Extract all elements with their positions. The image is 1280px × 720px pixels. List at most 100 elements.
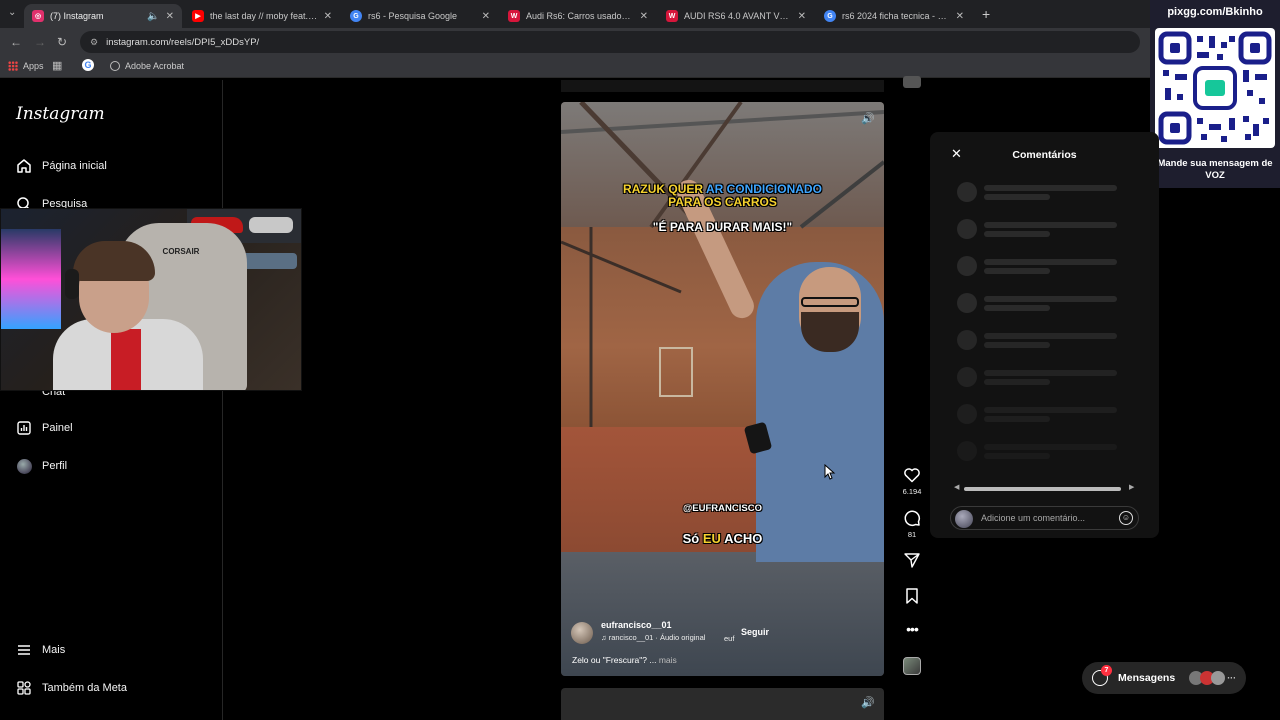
video-glasses <box>801 297 859 307</box>
reel-video[interactable]: 🔊 RAZUK QUER AR CONDICIONADO PARA OS CAR… <box>561 102 884 676</box>
sidebar-item-label: Painel <box>42 422 73 434</box>
home-icon <box>16 158 32 174</box>
instagram-logo[interactable]: Instagram <box>16 104 105 124</box>
rgb-pc-lights <box>1 229 61 329</box>
comment-input[interactable]: Adicione um comentário... ☺ <box>950 506 1139 530</box>
qr-code-image <box>1155 28 1275 148</box>
video-ladder <box>659 347 693 397</box>
comment-bubble-icon <box>904 510 920 526</box>
tab-title: Audi Rs6: Carros usados, semin <box>526 11 634 21</box>
previous-reel-audio-thumb[interactable] <box>903 76 921 88</box>
caption-line-2: PARA OS CARROS <box>668 195 777 209</box>
audio-label: rancisco__01 · Áudio original <box>608 633 706 642</box>
messages-label: Mensagens <box>1118 672 1176 684</box>
browser-tab-bar: ◎ (7) Instagram 🔈 ✕ ▶ the last day // mo… <box>0 0 1150 28</box>
dashboard-icon <box>16 420 32 436</box>
caption-yellow-text: RAZUK QUER <box>623 182 706 196</box>
horizontal-scrollbar[interactable] <box>964 487 1121 491</box>
comment-skeleton <box>957 219 1127 239</box>
comment-skeleton <box>957 330 1127 350</box>
address-bar[interactable]: ⚙ instagram.com/reels/DPI5_xDDsYP/ <box>80 31 1140 53</box>
tab-google-search-2[interactable]: G rs6 2024 ficha tecnica - Pesquis ✕ <box>816 4 972 28</box>
back-arrow-icon[interactable]: ← <box>10 35 22 49</box>
tab-audio-icon[interactable]: 🔈 <box>147 11 159 22</box>
subtitle-text: ACHO <box>720 531 763 546</box>
tab-webmotors[interactable]: W Audi Rs6: Carros usados, semin ✕ <box>500 4 656 28</box>
audio-info[interactable]: ♫ rancisco__01 · Áudio original <box>601 633 705 642</box>
comment-skeleton <box>957 441 1127 461</box>
site-info-icon[interactable]: ⚙ <box>90 37 98 48</box>
like-count: 6.194 <box>902 487 922 496</box>
comment-skeleton <box>957 367 1127 387</box>
sidebar-item-profile[interactable]: Perfil <box>16 458 67 474</box>
tab-title: the last day // moby feat. skyla <box>210 11 318 21</box>
reel-description: Zelo ou "Frescura"? ... mais <box>572 655 677 665</box>
tab-close-icon[interactable]: ✕ <box>798 11 806 22</box>
subtitle-text: Só <box>682 531 703 546</box>
tab-close-icon[interactable]: ✕ <box>166 11 174 22</box>
volume-icon[interactable]: 🔊 <box>861 696 875 709</box>
share-button[interactable] <box>903 551 921 574</box>
profile-avatar <box>16 458 32 474</box>
messages-button[interactable]: 7 Mensagens ··· <box>1082 662 1246 694</box>
tab-groups-icon[interactable]: ▦ <box>52 59 62 72</box>
sidebar-item-dashboard[interactable]: Painel <box>16 420 73 436</box>
sidebar-item-label: Mais <box>42 644 66 656</box>
tab-instagram[interactable]: ◎ (7) Instagram 🔈 ✕ <box>24 4 182 28</box>
caption-line-1: RAZUK QUER AR CONDICIONADO <box>561 182 884 196</box>
save-button[interactable] <box>903 587 921 610</box>
author-avatar[interactable] <box>571 622 593 644</box>
more-options-icon[interactable]: ••• <box>903 621 921 637</box>
person-hair <box>73 241 155 281</box>
messenger-icon: 7 <box>1092 665 1112 686</box>
new-tab-button[interactable]: + <box>982 6 990 22</box>
reload-icon[interactable]: ↻ <box>57 35 67 49</box>
tab-webmotors-2[interactable]: W AUDI RS6 4.0 AVANT V8 32V Bi ✕ <box>658 4 814 28</box>
music-note-icon: ♫ <box>601 633 609 642</box>
comment-skeleton <box>957 404 1127 424</box>
tab-close-icon[interactable]: ✕ <box>482 11 490 22</box>
tab-search-chevron-icon[interactable]: ⌄ <box>8 7 16 18</box>
bookmark-apps[interactable]: Apps <box>8 61 44 71</box>
tab-google-search[interactable]: G rs6 - Pesquisa Google ✕ <box>342 4 498 28</box>
qr-caption: Mande sua mensagem de VOZ <box>1157 158 1273 181</box>
sidebar-item-also-from-meta[interactable]: Também da Meta <box>16 680 127 696</box>
model-car-white <box>249 217 293 233</box>
audio-thumbnail[interactable] <box>903 657 921 675</box>
youtube-favicon-icon: ▶ <box>192 10 204 22</box>
message-avatar <box>1211 671 1226 685</box>
comment-button[interactable] <box>903 509 921 532</box>
emoji-icon[interactable]: ☺ <box>1119 511 1133 525</box>
qr-url-text: pixgg.com/Bkinho <box>1167 6 1263 18</box>
headphones <box>65 269 79 299</box>
instagram-sidebar: Instagram Página inicial Pesquisa Chat P… <box>0 80 223 720</box>
caption-blue-text: AR CONDICIONADO <box>705 182 822 196</box>
comment-count: 81 <box>907 530 917 539</box>
google-bookmark-icon[interactable]: G <box>82 59 94 71</box>
volume-icon[interactable]: 🔊 <box>861 112 875 125</box>
sidebar-item-home[interactable]: Página inicial <box>16 158 107 174</box>
tab-close-icon[interactable]: ✕ <box>956 11 964 22</box>
scroll-right-icon[interactable]: ▶ <box>1129 483 1134 491</box>
author-username[interactable]: eufrancisco__01 <box>601 620 672 630</box>
comment-skeleton <box>957 182 1127 202</box>
previous-reel-edge[interactable] <box>561 80 884 92</box>
tab-close-icon[interactable]: ✕ <box>324 11 332 22</box>
menu-icon <box>16 642 32 658</box>
meta-icon <box>16 680 32 696</box>
bookmark-adobe-acrobat[interactable]: Adobe Acrobat <box>110 61 184 71</box>
shirt-stripe <box>111 329 141 390</box>
google-favicon-icon: G <box>350 10 362 22</box>
next-reel-edge[interactable]: 🔊 <box>561 688 884 720</box>
stream-qr-overlay: pixgg.com/Bkinho Mande sua mensagem de V… <box>1150 0 1280 188</box>
tab-youtube[interactable]: ▶ the last day // moby feat. skyla ✕ <box>184 4 340 28</box>
sidebar-item-label: Página inicial <box>42 160 107 172</box>
webmotors-favicon-icon: W <box>508 10 520 22</box>
follow-button[interactable]: Seguir <box>741 627 769 637</box>
scroll-left-icon[interactable]: ◀ <box>954 483 959 491</box>
forward-arrow-icon[interactable]: → <box>34 35 46 49</box>
sidebar-item-more[interactable]: Mais <box>16 642 65 658</box>
like-button[interactable] <box>903 466 921 489</box>
more-link[interactable]: mais <box>659 655 677 665</box>
tab-close-icon[interactable]: ✕ <box>640 11 648 22</box>
